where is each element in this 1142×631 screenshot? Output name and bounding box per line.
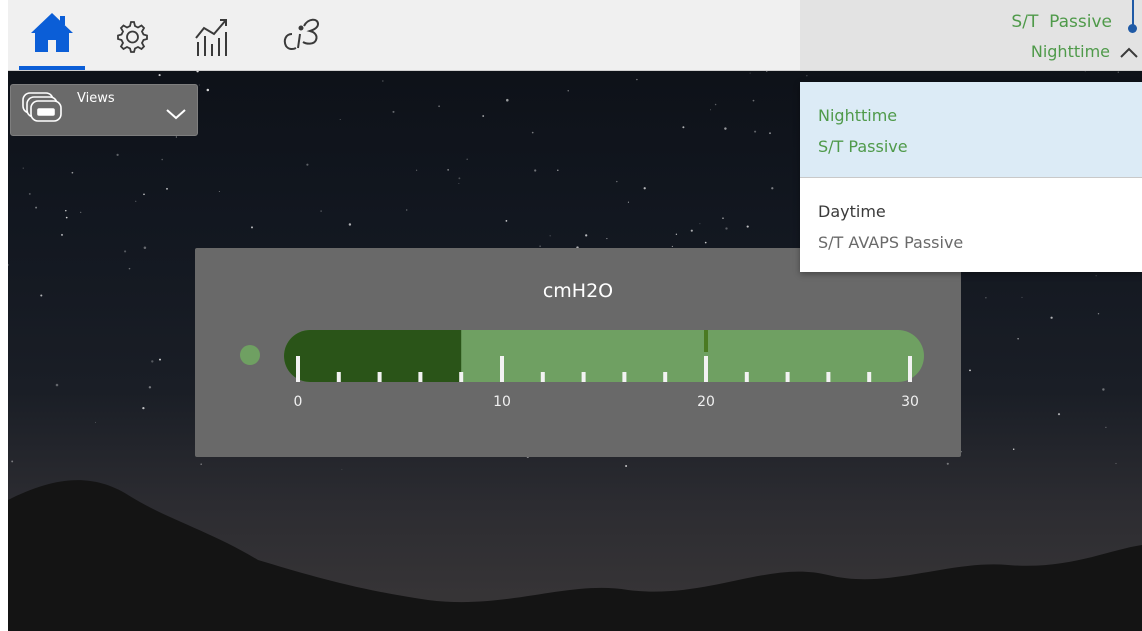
gauge-minor-tick — [540, 372, 545, 382]
views-stack-icon — [22, 92, 62, 122]
gauge-target-marker — [704, 330, 708, 352]
gauge-minor-tick — [418, 372, 423, 382]
gauge-major-tick — [500, 356, 504, 382]
gauge-minor-tick — [744, 372, 749, 382]
current-mode-label: S/T Passive — [1011, 12, 1112, 32]
mode-preset-menu: Nighttime S/T Passive Daytime S/T AVAPS … — [800, 82, 1142, 272]
gauge-major-tick — [296, 356, 300, 382]
gauge-minor-tick — [867, 372, 872, 382]
nav-settings-button[interactable] — [98, 0, 164, 70]
gauge-status-dot — [240, 345, 260, 365]
gauge-tick-label: 10 — [493, 394, 511, 410]
gauge-minor-tick — [622, 372, 627, 382]
gauge-tick-label: 30 — [901, 394, 919, 410]
menu-item-subtitle: S/T AVAPS Passive — [818, 233, 964, 252]
gauge-minor-tick — [459, 372, 464, 382]
pressure-gauge: 0 10 20 30 — [240, 330, 924, 410]
chevron-down-icon — [166, 109, 186, 120]
gauge-value-fill — [284, 330, 462, 382]
gauge-minor-tick — [785, 372, 790, 382]
current-preset-label: Nighttime — [1030, 42, 1110, 61]
trend-chart-icon — [195, 19, 227, 56]
menu-item-title: Nighttime — [818, 106, 898, 125]
home-icon — [31, 13, 73, 52]
pressure-gauge-card: cmH2O 0 10 20 30 — [195, 248, 961, 457]
tools-icon — [283, 18, 320, 51]
nav-home-button[interactable] — [19, 0, 85, 70]
gauge-tick-label: 20 — [697, 394, 715, 410]
chevron-up-icon[interactable] — [1118, 44, 1140, 60]
gauge-minor-tick — [336, 372, 341, 382]
indicator-dot — [1128, 24, 1137, 33]
menu-item-nighttime[interactable]: Nighttime S/T Passive — [800, 82, 1142, 178]
gauge-minor-tick — [377, 372, 382, 382]
nav-tools-button[interactable] — [268, 0, 334, 70]
gear-icon — [117, 21, 148, 53]
treeline-silhouette — [8, 480, 1142, 631]
top-bar: S/T Passive Nighttime — [8, 0, 1142, 71]
indicator-line — [1132, 0, 1134, 26]
views-button[interactable]: Views — [10, 84, 198, 136]
menu-item-subtitle: S/T Passive — [818, 137, 908, 156]
ventilator-screen: S/T Passive Nighttime Views cmH2O 0 10 2… — [8, 0, 1142, 631]
views-label: Views — [77, 91, 115, 106]
gauge-minor-tick — [663, 372, 668, 382]
mode-status-panel[interactable]: S/T Passive Nighttime — [800, 0, 1142, 70]
gauge-minor-tick — [826, 372, 831, 382]
gauge-major-tick — [704, 356, 708, 382]
gauge-tick-label: 0 — [294, 394, 303, 410]
menu-item-title: Daytime — [818, 202, 886, 221]
gauge-major-tick — [908, 356, 912, 382]
nav-trends-button[interactable] — [182, 0, 248, 70]
menu-item-daytime[interactable]: Daytime S/T AVAPS Passive — [800, 178, 1142, 272]
gauge-minor-tick — [581, 372, 586, 382]
